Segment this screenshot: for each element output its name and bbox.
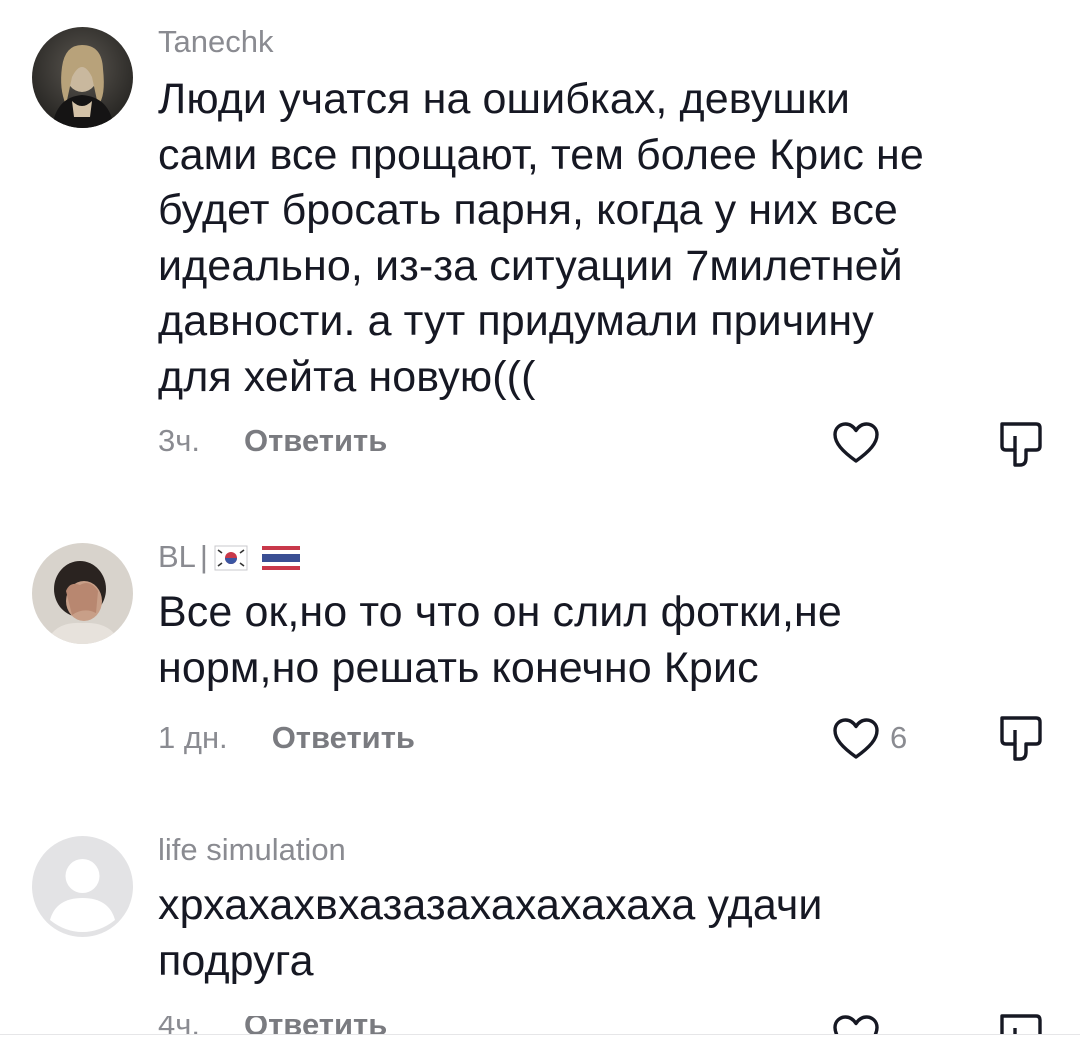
bottom-divider [0,1034,1080,1035]
heart-icon [833,718,879,759]
comment-meta: 3ч. Ответить [158,421,387,461]
username-text: BL [158,539,196,574]
reply-button[interactable]: Ответить [244,1016,387,1034]
dislike-button[interactable] [998,714,1044,762]
reply-button[interactable]: Ответить [272,720,415,756]
comment-time: 3ч. [158,423,201,458]
default-avatar-icon [32,836,133,937]
like-button[interactable] [832,420,884,466]
thailand-flag-icon [261,545,300,570]
profile-photo [32,543,133,644]
comment-username[interactable]: life simulation [158,830,346,870]
like-count: 6 [890,720,908,755]
comment-text: Все ок,но то что он слил фотки,не норм,н… [158,588,842,692]
comment-meta: 4ч. Ответить [158,1016,387,1034]
heart-icon [833,1015,879,1034]
comment-text: Люди учатся на ошибках, девушки сами все… [158,75,924,401]
avatar[interactable] [32,543,133,644]
comment-text: хрхахахвхазазахахахахаха удачи подруга [158,881,823,985]
avatar[interactable] [32,27,133,128]
username-flags [214,536,301,576]
like-button[interactable] [832,716,884,762]
like-button[interactable] [832,1014,884,1034]
comment-meta: 1 дн. Ответить [158,718,415,758]
username-separator: | [199,539,208,574]
avatar[interactable] [32,836,133,937]
south-korea-flag-icon [214,545,248,571]
profile-photo [32,27,133,128]
thumbs-down-icon [1000,716,1042,761]
reply-button[interactable]: Ответить [244,423,387,459]
dislike-button[interactable] [998,420,1044,468]
comment-username[interactable]: BL | [158,537,301,577]
comment-time: 4ч. [158,1016,201,1034]
comment-username[interactable]: Tanechk [158,22,273,62]
thumbs-down-icon [1000,1014,1042,1034]
dislike-button[interactable] [998,1012,1044,1034]
comment-time: 1 дн. [158,720,228,755]
thumbs-down-icon [1000,422,1042,467]
heart-icon [833,422,879,463]
